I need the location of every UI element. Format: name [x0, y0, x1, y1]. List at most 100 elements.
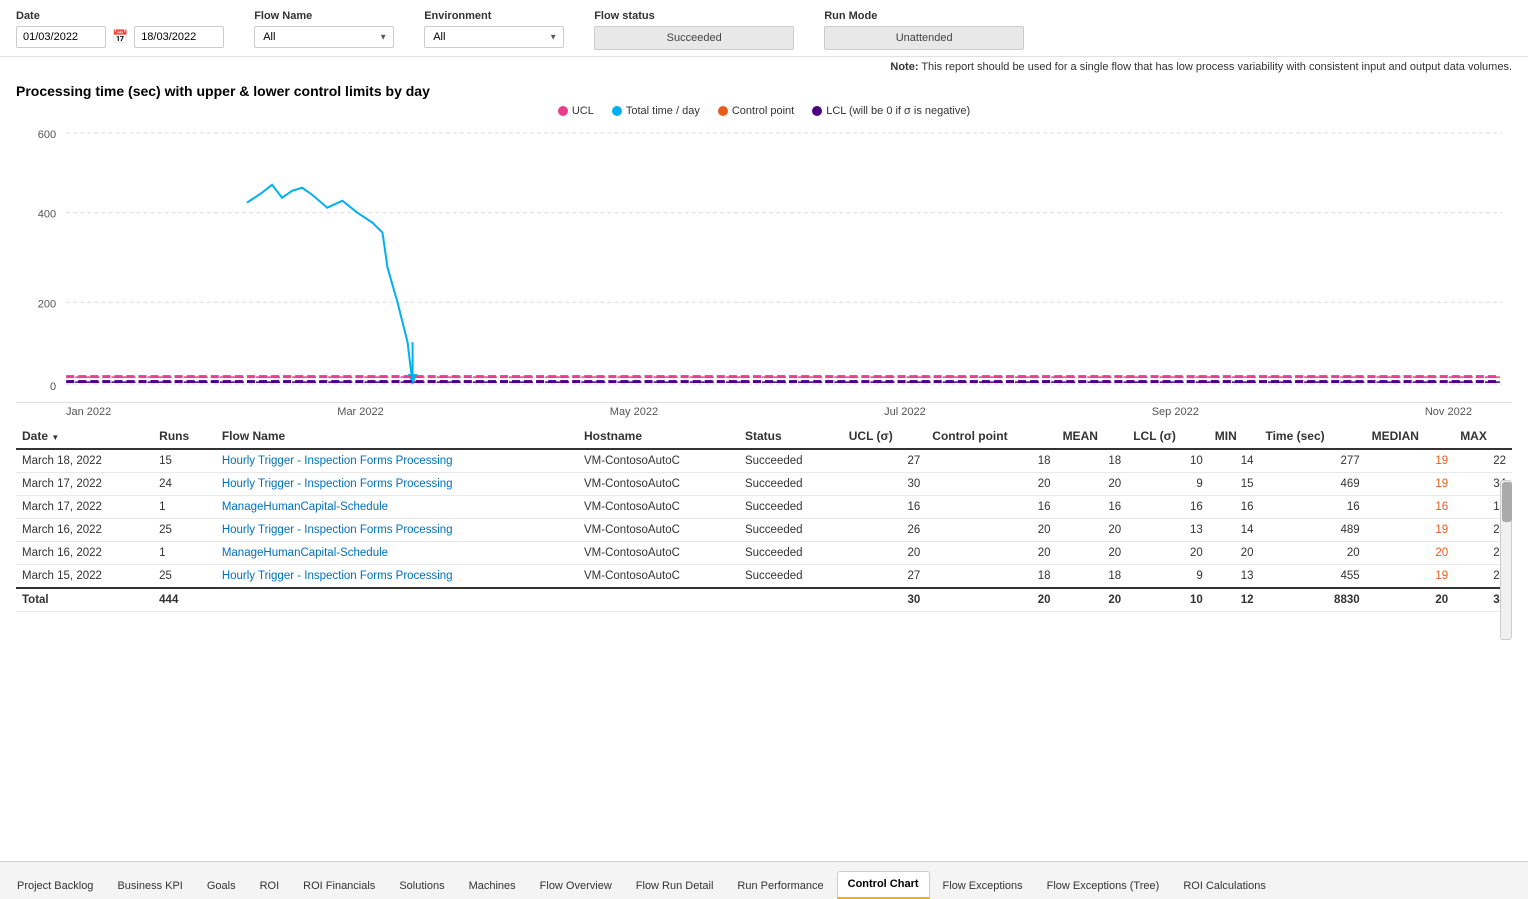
tab-item-run-performance[interactable]: Run Performance	[726, 873, 834, 899]
tab-item-roi-calculations[interactable]: ROI Calculations	[1172, 873, 1277, 899]
cell-mean: 20	[1057, 473, 1128, 496]
total-control-point: 20	[926, 588, 1056, 612]
flow-status-filter-label: Flow status	[594, 10, 794, 22]
cell-flow-name[interactable]: ManageHumanCapital-Schedule	[216, 542, 578, 565]
scrollbar[interactable]	[1500, 480, 1512, 640]
col-header-lcl: LCL (σ)	[1127, 424, 1209, 449]
total-time-label: Total time / day	[626, 105, 700, 117]
note-bar: Note: This report should be used for a s…	[0, 57, 1528, 77]
environment-select[interactable]: All	[424, 26, 564, 48]
table-header-row: Date ▼ Runs Flow Name Hostname Status UC…	[16, 424, 1512, 449]
cell-status: Succeeded	[739, 473, 843, 496]
run-mode-filter-group: Run Mode Unattended	[824, 10, 1024, 50]
cell-mean: 18	[1057, 565, 1128, 589]
cell-ucl: 20	[843, 542, 927, 565]
chart-title: Processing time (sec) with upper & lower…	[16, 83, 1512, 99]
scrollbar-thumb[interactable]	[1502, 482, 1512, 522]
ucl-label: UCL	[572, 105, 594, 117]
date-end-input[interactable]	[134, 26, 224, 48]
tab-item-project-backlog[interactable]: Project Backlog	[6, 873, 104, 899]
total-time-dot	[612, 106, 622, 116]
note-prefix: Note:	[890, 61, 918, 73]
cell-median: 19	[1366, 473, 1455, 496]
cell-runs: 1	[153, 542, 216, 565]
cell-flow-name[interactable]: Hourly Trigger - Inspection Forms Proces…	[216, 565, 578, 589]
control-chart-table: Date ▼ Runs Flow Name Hostname Status UC…	[16, 424, 1512, 612]
cell-status: Succeeded	[739, 542, 843, 565]
tab-item-roi-financials[interactable]: ROI Financials	[292, 873, 386, 899]
control-point-dot	[718, 106, 728, 116]
cell-time-sec: 277	[1259, 449, 1365, 473]
x-label-nov: Nov 2022	[1425, 406, 1472, 418]
cell-date: March 16, 2022	[16, 519, 153, 542]
run-mode-button[interactable]: Unattended	[824, 26, 1024, 50]
tab-item-solutions[interactable]: Solutions	[388, 873, 455, 899]
flow-name-dropdown-wrapper: All	[254, 26, 394, 48]
tab-item-flow-run-detail[interactable]: Flow Run Detail	[625, 873, 725, 899]
cell-flow-name[interactable]: Hourly Trigger - Inspection Forms Proces…	[216, 473, 578, 496]
table-row: March 16, 2022 25 Hourly Trigger - Inspe…	[16, 519, 1512, 542]
tab-item-goals[interactable]: Goals	[196, 873, 247, 899]
cell-time-sec: 20	[1259, 542, 1365, 565]
col-header-median: MEDIAN	[1366, 424, 1455, 449]
table-row: March 17, 2022 24 Hourly Trigger - Inspe…	[16, 473, 1512, 496]
cell-control-point: 18	[926, 565, 1056, 589]
cell-hostname: VM-ContosoAutoC	[578, 496, 739, 519]
col-header-status: Status	[739, 424, 843, 449]
chart-section: Processing time (sec) with upper & lower…	[0, 77, 1528, 418]
chart-svg: 600 400 200 0	[16, 123, 1512, 402]
svg-text:200: 200	[38, 298, 56, 310]
legend-control-point: Control point	[718, 105, 794, 117]
calendar-icon[interactable]: 📅	[112, 29, 128, 45]
tab-item-flow-overview[interactable]: Flow Overview	[529, 873, 623, 899]
tab-item-flow-exceptions-(tree)[interactable]: Flow Exceptions (Tree)	[1036, 873, 1171, 899]
cell-runs: 25	[153, 565, 216, 589]
flow-status-button[interactable]: Succeeded	[594, 26, 794, 50]
sort-arrow-date[interactable]: ▼	[51, 433, 59, 442]
cell-hostname: VM-ContosoAutoC	[578, 449, 739, 473]
svg-text:0: 0	[50, 381, 56, 393]
cell-flow-name[interactable]: ManageHumanCapital-Schedule	[216, 496, 578, 519]
cell-flow-name[interactable]: Hourly Trigger - Inspection Forms Proces…	[216, 519, 578, 542]
lcl-label: LCL (will be 0 if σ is negative)	[826, 105, 970, 117]
cell-mean: 20	[1057, 519, 1128, 542]
cell-median: 19	[1366, 519, 1455, 542]
tab-item-flow-exceptions[interactable]: Flow Exceptions	[932, 873, 1034, 899]
tab-item-machines[interactable]: Machines	[458, 873, 527, 899]
cell-min: 16	[1209, 496, 1260, 519]
cell-runs: 24	[153, 473, 216, 496]
flow-name-filter-group: Flow Name All	[254, 10, 394, 48]
tab-item-control-chart[interactable]: Control Chart	[837, 871, 930, 899]
total-min: 12	[1209, 588, 1260, 612]
cell-control-point: 16	[926, 496, 1056, 519]
cell-time-sec: 469	[1259, 473, 1365, 496]
environment-filter-label: Environment	[424, 10, 564, 22]
cell-ucl: 27	[843, 449, 927, 473]
cell-time-sec: 16	[1259, 496, 1365, 519]
chart-area: 600 400 200 0	[16, 123, 1512, 403]
col-header-flow-name: Flow Name	[216, 424, 578, 449]
cell-mean: 16	[1057, 496, 1128, 519]
col-header-min: MIN	[1209, 424, 1260, 449]
cell-hostname: VM-ContosoAutoC	[578, 519, 739, 542]
tab-item-roi[interactable]: ROI	[249, 873, 291, 899]
filter-bar: Date 📅 Flow Name All Environment All Flo…	[0, 0, 1528, 57]
col-header-hostname: Hostname	[578, 424, 739, 449]
cell-time-sec: 455	[1259, 565, 1365, 589]
total-ucl: 30	[843, 588, 927, 612]
table-row: March 15, 2022 25 Hourly Trigger - Inspe…	[16, 565, 1512, 589]
table-total-row: Total 444 30 20 20 10 12 8830 20 34	[16, 588, 1512, 612]
cell-median: 20	[1366, 542, 1455, 565]
cell-date: March 17, 2022	[16, 473, 153, 496]
tab-item-business-kpi[interactable]: Business KPI	[106, 873, 193, 899]
total-mean: 20	[1057, 588, 1128, 612]
cell-lcl: 10	[1127, 449, 1209, 473]
cell-flow-name[interactable]: Hourly Trigger - Inspection Forms Proces…	[216, 449, 578, 473]
cell-lcl: 9	[1127, 473, 1209, 496]
date-start-input[interactable]	[16, 26, 106, 48]
flow-name-select[interactable]: All	[254, 26, 394, 48]
cell-max: 22	[1454, 449, 1512, 473]
legend-ucl: UCL	[558, 105, 594, 117]
table-body: March 18, 2022 15 Hourly Trigger - Inspe…	[16, 449, 1512, 612]
total-flow-name	[216, 588, 578, 612]
